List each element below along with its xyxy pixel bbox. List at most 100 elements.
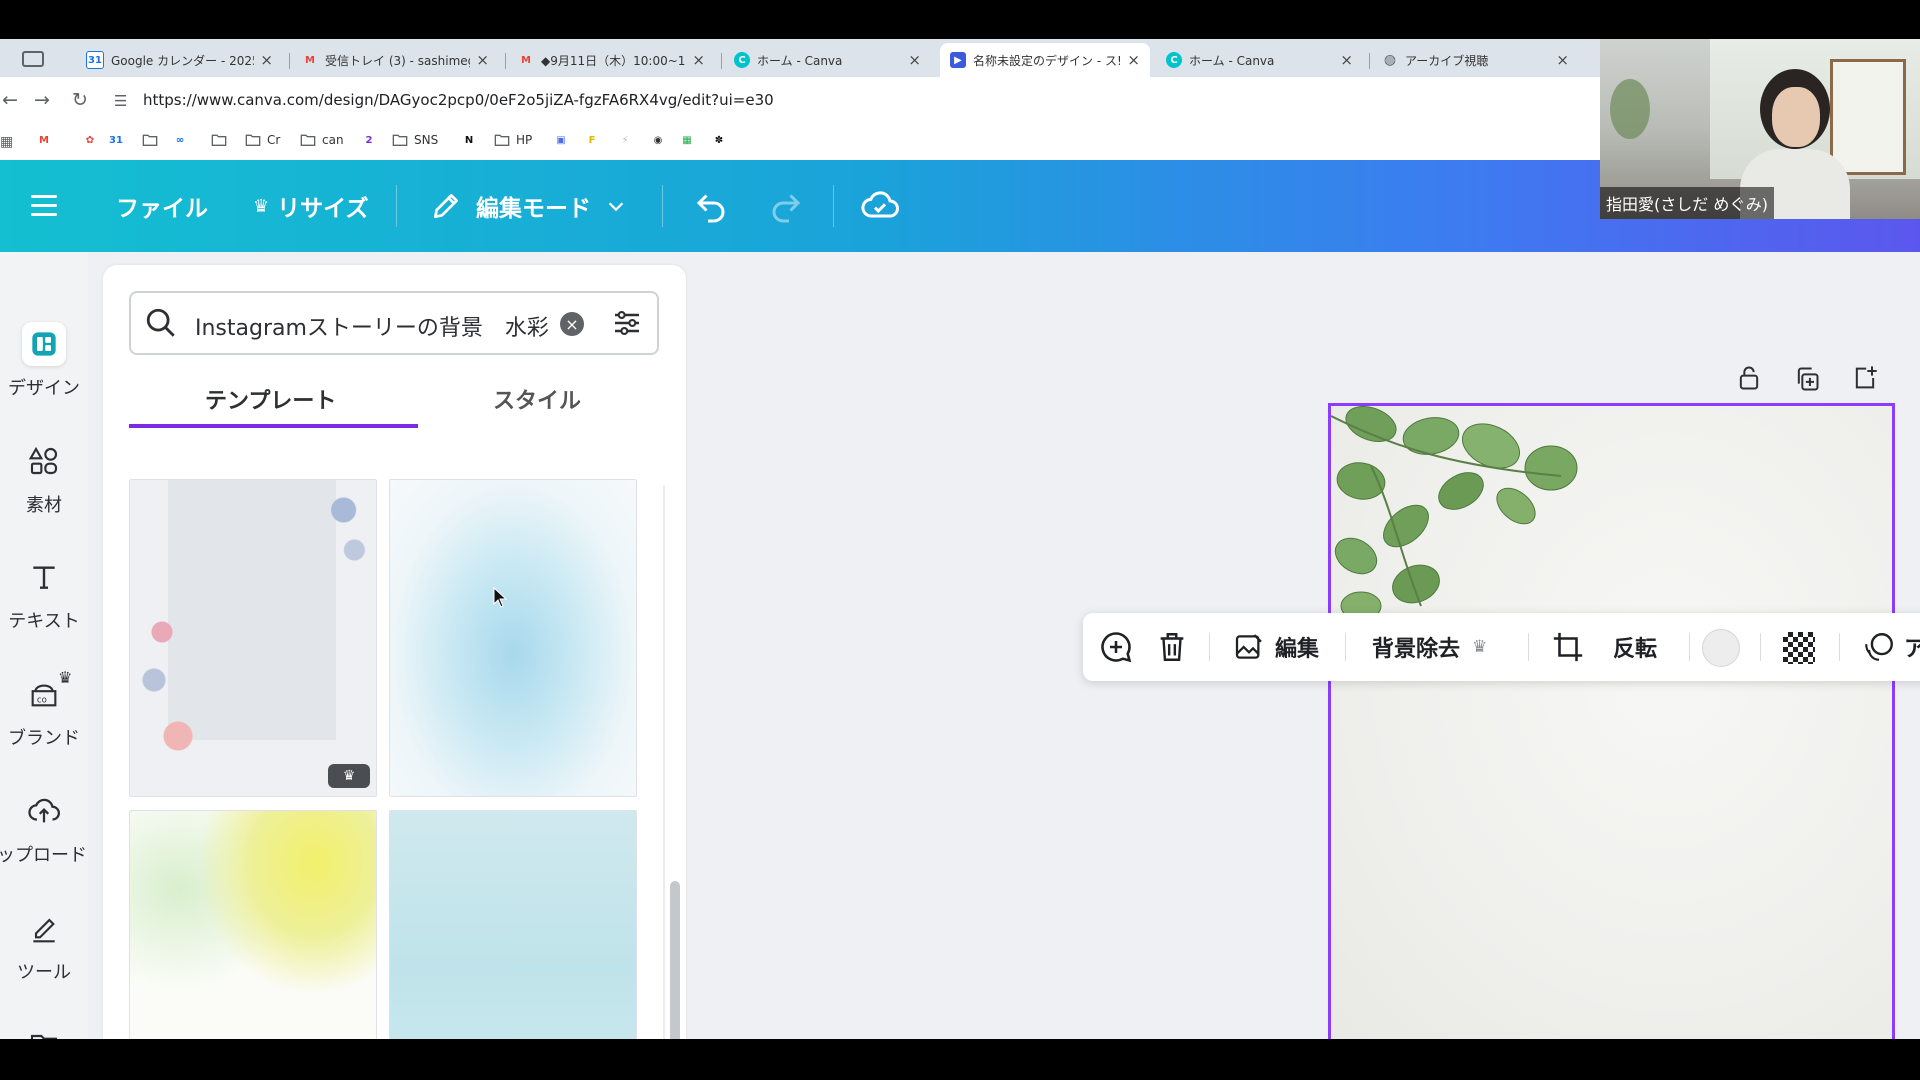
bookmark-item[interactable]: ▦ bbox=[679, 132, 695, 148]
file-menu-label: ファイル bbox=[116, 196, 208, 222]
bookmark-item[interactable] bbox=[142, 132, 158, 148]
add-page-icon[interactable] bbox=[1851, 364, 1879, 392]
resize-button[interactable]: ♛ リサイズ bbox=[253, 188, 368, 224]
bookmark-item[interactable]: F bbox=[584, 132, 600, 148]
bookmark-item[interactable]: ◉ bbox=[650, 132, 666, 148]
image-toolbar: 編集 背景除去 ♛ 反転 ア bbox=[1083, 613, 1920, 681]
duplicate-page-icon[interactable] bbox=[1793, 365, 1821, 393]
panel-tabs: テンプレート スタイル bbox=[129, 365, 659, 428]
elements-icon bbox=[22, 439, 66, 483]
bookmark-item[interactable]: HP bbox=[494, 132, 532, 148]
folder-icon bbox=[142, 132, 158, 148]
bookmark-item[interactable]: Cr bbox=[245, 132, 280, 148]
search-icon bbox=[146, 308, 175, 337]
rail-label: ブランド bbox=[8, 728, 80, 749]
close-icon[interactable]: × bbox=[1127, 51, 1140, 69]
app-icon: F bbox=[588, 134, 596, 146]
template-thumbnail[interactable] bbox=[389, 810, 637, 1039]
close-icon[interactable]: × bbox=[692, 51, 705, 69]
bookmark-item[interactable]: can bbox=[300, 132, 344, 148]
rail-item-tools[interactable]: ツール bbox=[0, 906, 88, 996]
close-icon[interactable]: × bbox=[908, 51, 921, 69]
bookmark-item[interactable]: ▣ bbox=[553, 132, 569, 148]
template-thumbnail[interactable] bbox=[389, 479, 637, 797]
browser-tab-active[interactable]: ▶ 名称未設定のデザイン - ス! × bbox=[940, 43, 1150, 77]
bookmark-label: can bbox=[322, 133, 344, 147]
tab-title: ホーム - Canva bbox=[757, 53, 843, 68]
undo-icon[interactable] bbox=[693, 188, 729, 224]
screen: 31 Google カレンダー - 2025 × M 受信トレイ (3) - s… bbox=[0, 39, 1920, 1039]
tab-templates[interactable]: テンプレート bbox=[205, 383, 336, 415]
bookmark-item[interactable]: N bbox=[461, 132, 477, 148]
rail-item-projects[interactable] bbox=[0, 1022, 88, 1039]
crop-icon[interactable] bbox=[1551, 630, 1585, 664]
url-field[interactable]: https://www.canva.com/design/DAGyoc2pcp0… bbox=[143, 91, 774, 109]
design-page[interactable] bbox=[1328, 403, 1895, 1039]
rail-item-brand[interactable]: co ♛ ブランド bbox=[0, 668, 88, 762]
browser-tab[interactable]: ◍ アーカイブ視聴 × bbox=[1372, 43, 1579, 77]
tab-styles[interactable]: スタイル bbox=[493, 383, 581, 415]
crown-icon: ♛ bbox=[253, 195, 270, 217]
search-query: Instagramストーリーの背景 水彩 bbox=[195, 316, 549, 341]
animate-icon bbox=[1865, 633, 1893, 661]
browser-tab[interactable]: 31 Google カレンダー - 2025 × bbox=[76, 43, 283, 77]
bookmark-item[interactable]: M bbox=[36, 132, 52, 148]
tab-title: 受信トレイ (3) - sashimeg bbox=[325, 53, 471, 68]
rail-item-upload[interactable]: アップロード bbox=[0, 789, 88, 879]
bookmark-item[interactable]: ∞ bbox=[172, 132, 188, 148]
transparency-icon[interactable] bbox=[1783, 632, 1815, 664]
browser-tab[interactable]: M 受信トレイ (3) - sashimeg × bbox=[292, 43, 499, 77]
template-thumbnail[interactable] bbox=[129, 810, 377, 1039]
bookmark-item[interactable]: 2 bbox=[361, 132, 377, 148]
browser-tab[interactable]: C ホーム - Canva × bbox=[724, 43, 931, 77]
flip-button[interactable]: 反転 bbox=[1613, 629, 1657, 665]
reload-icon[interactable]: ↻ bbox=[72, 89, 88, 111]
cloud-saved-icon[interactable] bbox=[860, 186, 900, 226]
edit-mode-button[interactable]: 編集モード bbox=[430, 188, 627, 224]
remove-background-button[interactable]: 背景除去 ♛ bbox=[1372, 629, 1487, 665]
bookmark-item[interactable]: SNS bbox=[392, 132, 438, 148]
close-icon[interactable]: × bbox=[1340, 51, 1353, 69]
lock-icon[interactable] bbox=[1735, 364, 1763, 392]
tab-search-icon[interactable] bbox=[22, 51, 44, 67]
panel-scrollbar[interactable] bbox=[670, 881, 680, 1039]
active-tab-indicator bbox=[129, 424, 418, 428]
close-icon[interactable]: × bbox=[1556, 51, 1569, 69]
apps-grid-icon[interactable]: ▦ bbox=[0, 134, 13, 150]
redo-icon[interactable] bbox=[768, 188, 804, 224]
comment-add-icon[interactable] bbox=[1098, 629, 1134, 665]
rail-item-design[interactable]: デザイン bbox=[0, 322, 88, 412]
bookmark-item[interactable]: ✽ bbox=[711, 132, 727, 148]
rail-item-text[interactable]: テキスト bbox=[0, 555, 88, 645]
template-thumbnail[interactable]: ♛ bbox=[129, 479, 377, 797]
template-search-input[interactable]: Instagramストーリーの背景 水彩 × bbox=[129, 291, 659, 355]
back-icon[interactable]: ← bbox=[2, 89, 18, 111]
bookmark-item[interactable]: 31 bbox=[108, 132, 124, 148]
rail-label: 素材 bbox=[26, 495, 62, 516]
trash-icon[interactable] bbox=[1155, 630, 1189, 664]
brand-icon: co ♛ bbox=[22, 668, 72, 716]
bookmark-label: Cr bbox=[267, 133, 281, 147]
bookmark-item[interactable]: ✿ bbox=[82, 132, 98, 148]
browser-tab[interactable]: M ◆9月11日（木）10:00~11: × bbox=[508, 43, 715, 77]
bookmark-item[interactable]: ⚡ bbox=[617, 132, 633, 148]
image-edit-icon bbox=[1235, 634, 1262, 659]
rail-item-elements[interactable]: 素材 bbox=[0, 439, 88, 529]
browser-tab[interactable]: C ホーム - Canva × bbox=[1156, 43, 1363, 77]
forward-icon[interactable]: → bbox=[34, 89, 50, 111]
clear-search-icon[interactable]: × bbox=[560, 312, 584, 336]
file-menu-button[interactable]: ファイル bbox=[116, 188, 208, 224]
rail-label: ツール bbox=[17, 962, 71, 983]
close-icon[interactable]: × bbox=[260, 51, 273, 69]
color-swatch[interactable] bbox=[1702, 629, 1740, 667]
close-icon[interactable]: × bbox=[476, 51, 489, 69]
animate-button[interactable]: ア bbox=[1862, 629, 1920, 665]
edit-mode-label: 編集モード bbox=[476, 196, 591, 222]
edit-image-button[interactable]: 編集 bbox=[1233, 629, 1319, 665]
filter-icon[interactable] bbox=[611, 307, 643, 339]
rail-label: デザイン bbox=[8, 378, 80, 399]
bookmark-item[interactable] bbox=[211, 132, 227, 148]
menu-icon[interactable] bbox=[31, 195, 57, 217]
gmail-icon: M bbox=[39, 134, 49, 146]
site-settings-icon[interactable]: ☰ bbox=[114, 92, 127, 110]
